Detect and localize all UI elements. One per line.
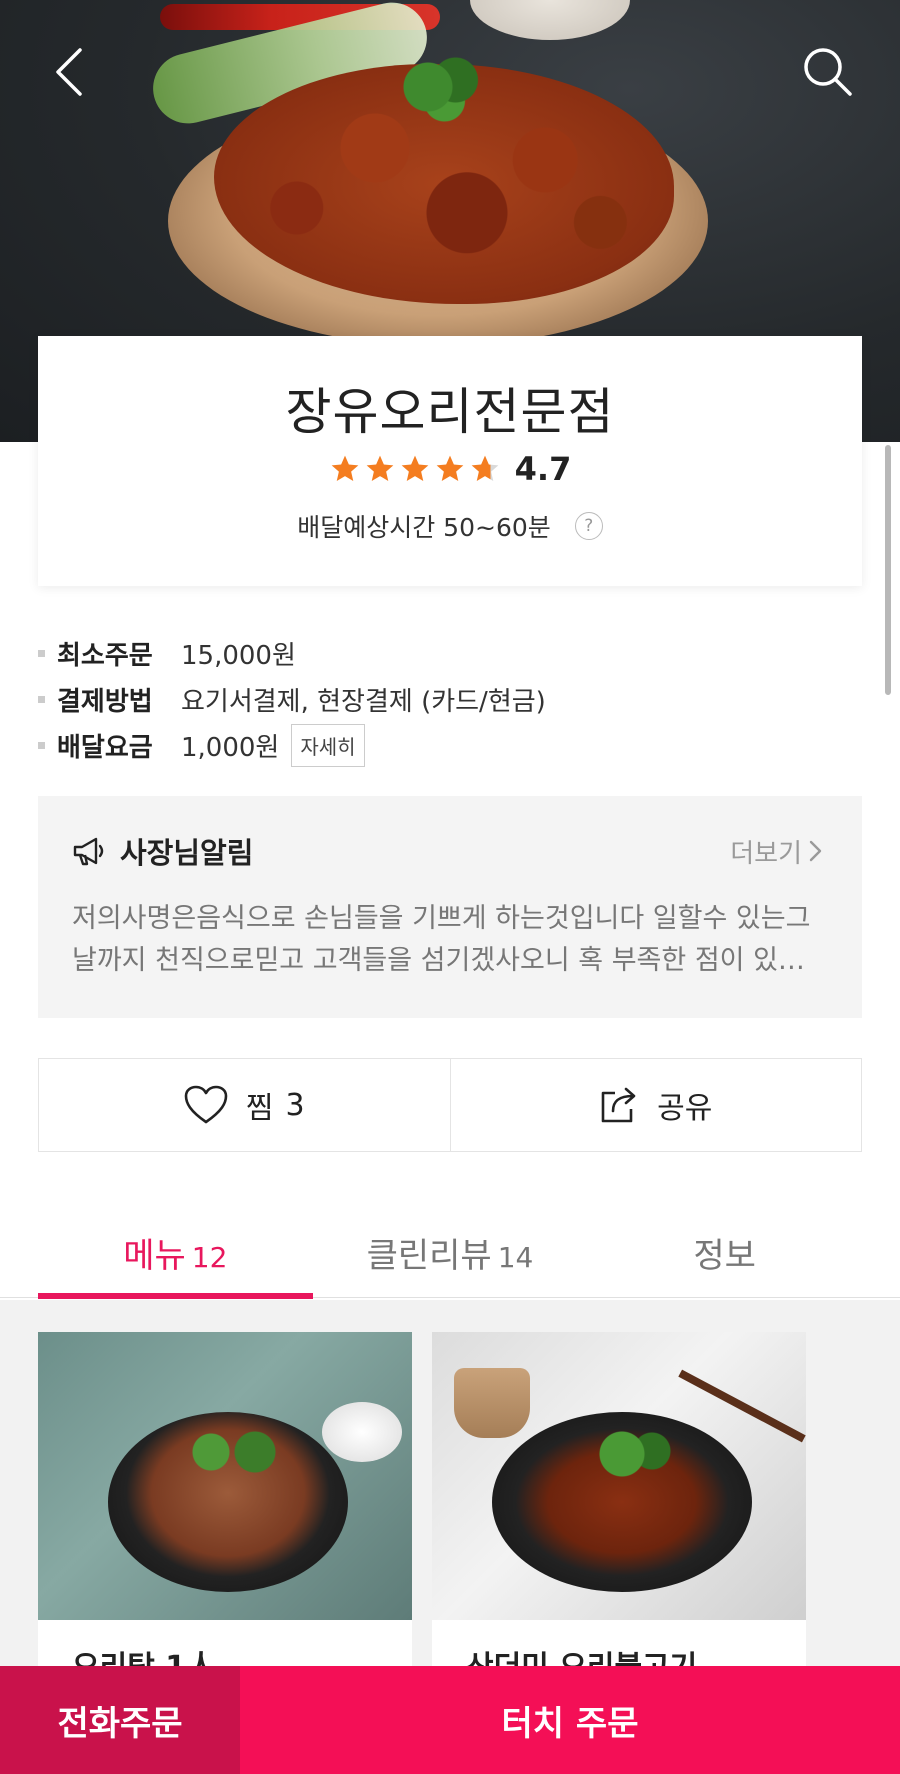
- star-rating: [329, 453, 501, 485]
- tab-label: 클린리뷰: [366, 1236, 492, 1276]
- action-buttons: 찜 3 공유: [38, 1058, 862, 1152]
- like-button[interactable]: 찜 3: [39, 1059, 450, 1151]
- notice-more-link[interactable]: 더보기: [730, 833, 828, 870]
- detail-min-order: 최소주문 15,000원: [38, 630, 862, 676]
- star-icon: [436, 455, 463, 481]
- notice-title-text: 사장님알림: [120, 836, 254, 870]
- greens-decoration: [582, 1424, 682, 1484]
- store-details: 최소주문 15,000원 결제방법 요기서결제, 현장결제 (카드/현금) 배달…: [38, 630, 862, 768]
- megaphone-icon: [73, 837, 104, 866]
- tab-label: 메뉴: [123, 1236, 186, 1276]
- star-half-icon: [471, 455, 498, 481]
- store-name: 장유오리전문점: [285, 383, 615, 441]
- rating-row: 4.7: [38, 450, 862, 488]
- detail-label: 배달요금: [57, 732, 153, 763]
- heart-icon: [184, 1085, 228, 1124]
- like-count: 3: [285, 1087, 305, 1123]
- share-button[interactable]: 공유: [449, 1059, 862, 1151]
- tab-clean-review[interactable]: 클린리뷰 14: [313, 1198, 588, 1297]
- scrollbar[interactable]: [885, 445, 891, 695]
- bowl-decoration: [470, 0, 630, 40]
- detail-value: 요기서결제, 현장결제 (카드/현금): [181, 686, 546, 717]
- phone-order-button[interactable]: 전화주문: [0, 1666, 240, 1774]
- star-icon: [366, 455, 393, 481]
- delivery-fee-detail-button[interactable]: 자세히: [291, 723, 365, 767]
- detail-delivery-fee: 배달요금 1,000원 자세히: [38, 722, 862, 768]
- rice-bowl-decoration: [322, 1402, 402, 1462]
- chevron-left-icon: [56, 48, 82, 96]
- detail-value: 15,000원: [181, 640, 296, 671]
- bullet-icon: [38, 741, 45, 749]
- star-icon: [331, 455, 358, 481]
- tab-count: 14: [497, 1241, 534, 1274]
- back-button[interactable]: [40, 42, 100, 102]
- tab-bar: 메뉴 12 클린리뷰 14 정보: [0, 1198, 900, 1299]
- detail-label: 최소주문: [57, 640, 153, 671]
- herb-decoration: [384, 52, 494, 122]
- menu-image: [38, 1332, 412, 1620]
- rating-value: 4.7: [514, 450, 572, 488]
- bottom-order-bar: 전화주문 터치 주문: [0, 1666, 900, 1774]
- tab-label: 정보: [693, 1236, 756, 1276]
- detail-label: 결제방법: [57, 686, 153, 717]
- chevron-right-icon: [809, 840, 822, 862]
- store-info-card: 장유오리전문점 4.7 배달예상시간 50~60분 ?: [38, 336, 862, 586]
- bullet-icon: [38, 695, 45, 703]
- delivery-time-row: 배달예상시간 50~60분 ?: [38, 508, 862, 544]
- share-icon: [601, 1087, 636, 1123]
- detail-value: 1,000원: [181, 732, 280, 763]
- share-label: 공유: [657, 1091, 713, 1126]
- greens-decoration: [178, 1422, 288, 1482]
- search-icon: [804, 48, 852, 96]
- touch-order-button[interactable]: 터치 주문: [240, 1666, 900, 1774]
- jar-decoration: [454, 1368, 530, 1438]
- star-icon: [401, 455, 428, 481]
- notice-header: 사장님알림 더보기: [72, 830, 828, 872]
- menu-image: [432, 1332, 806, 1620]
- like-label: 찜: [245, 1091, 274, 1126]
- notice-body: 저의사명은음식으로 손님들을 기쁘게 하는것입니다 일할수 있는그날까지 천직으…: [72, 903, 828, 976]
- delivery-time: 배달예상시간 50~60분: [297, 513, 551, 542]
- search-button[interactable]: [798, 42, 858, 102]
- tab-count: 12: [191, 1241, 228, 1274]
- tab-info[interactable]: 정보: [587, 1198, 862, 1297]
- notice-more-label: 더보기: [730, 838, 802, 869]
- bullet-icon: [38, 649, 45, 657]
- tab-menu[interactable]: 메뉴 12: [38, 1198, 313, 1299]
- detail-payment: 결제방법 요기서결제, 현장결제 (카드/현금): [38, 676, 862, 722]
- notice-title: 사장님알림: [72, 830, 253, 872]
- owner-notice[interactable]: 사장님알림 더보기 저의사명은음식으로 손님들을 기쁘게 하는것입니다 일할수 …: [38, 796, 862, 1018]
- help-icon[interactable]: ?: [574, 512, 603, 540]
